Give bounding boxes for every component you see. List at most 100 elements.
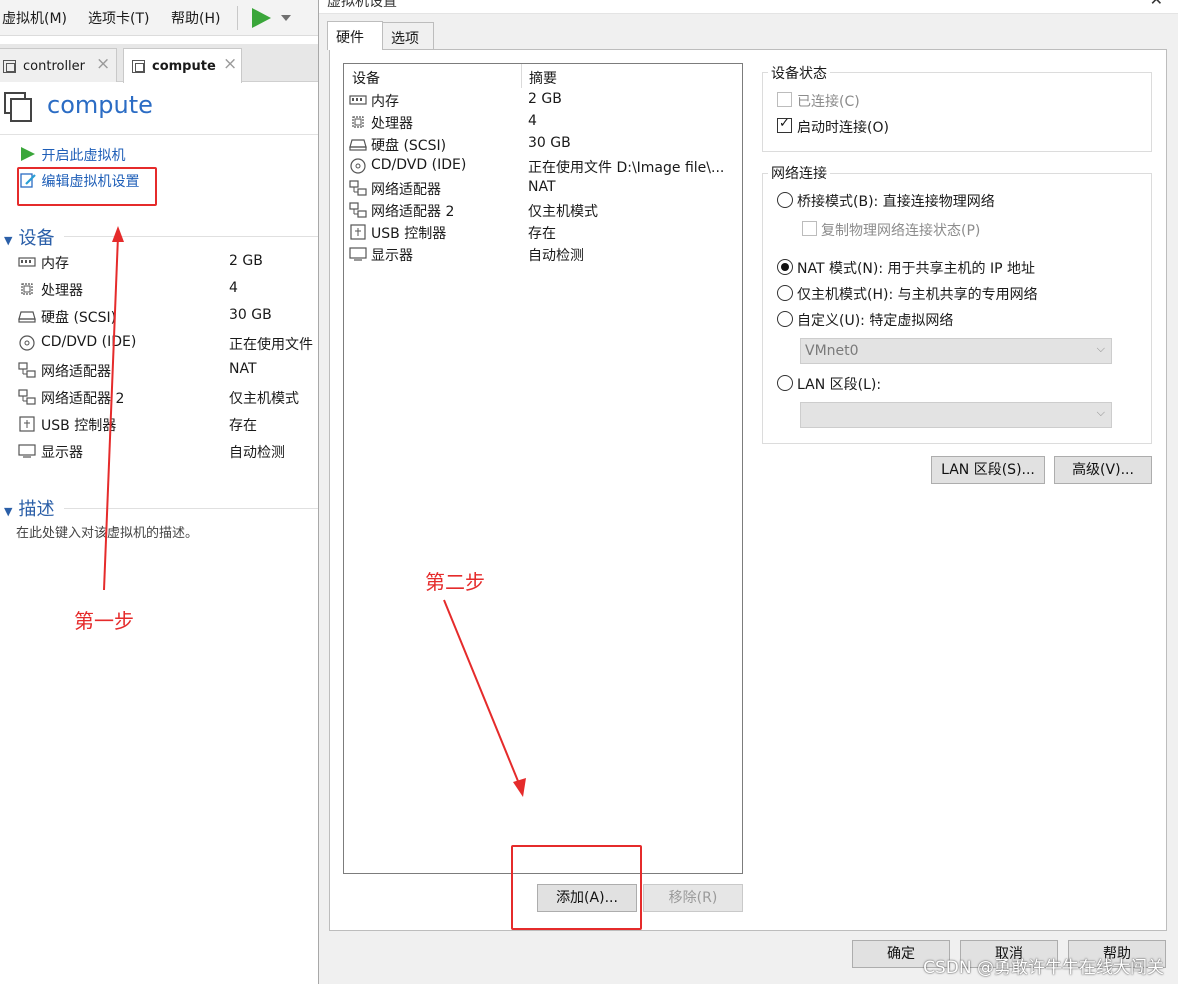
menu-tabs[interactable]: 选项卡(T) — [88, 8, 149, 28]
device-row-network-adapter[interactable]: 网络适配器 NAT — [18, 359, 318, 383]
column-header-summary[interactable]: 摘要 — [529, 68, 557, 88]
device-value: NAT — [229, 361, 257, 377]
device-name: 处理器 — [41, 283, 83, 299]
description-section-header[interactable]: ▼ 描述 — [4, 495, 54, 521]
device-row-network-adapter-2[interactable]: 网络适配器 2 仅主机模式 — [18, 386, 318, 410]
device-row-processor[interactable]: 处理器 4 — [18, 278, 318, 302]
connect-at-power-on-checkbox[interactable] — [777, 116, 792, 133]
dialog-title: 虚拟机设置 — [327, 0, 397, 10]
hardware-row-processor[interactable]: 处理器 4 — [344, 112, 742, 134]
device-status-title: 设备状态 — [768, 63, 830, 83]
device-row-display[interactable]: 显示器 自动检测 — [18, 440, 318, 464]
connect-at-power-on-label: 启动时连接(O) — [797, 120, 889, 136]
hard-disk-icon — [349, 139, 367, 151]
tab-options[interactable]: 选项 — [382, 22, 434, 49]
watermark: CSDN @勇敢许牛牛在线大闯关 — [923, 958, 1164, 978]
tab-hardware-label: 硬件 — [336, 30, 364, 46]
tab-controller[interactable]: controller × — [0, 48, 117, 82]
device-value: 存在 — [229, 418, 257, 434]
device-value: 4 — [229, 280, 238, 296]
column-divider[interactable] — [521, 64, 522, 88]
vm-title: compute — [47, 91, 153, 119]
hardware-row-network-adapter-2[interactable]: 网络适配器 2 仅主机模式 — [344, 200, 742, 222]
custom-network-value: VMnet0 — [805, 343, 859, 359]
device-row-memory[interactable]: 内存 2 GB — [18, 251, 318, 275]
processor-icon — [21, 283, 33, 295]
close-icon[interactable]: ✕ — [1150, 0, 1163, 9]
menu-bar: 虚拟机(M) 选项卡(T) 帮助(H) — [0, 0, 318, 36]
divider — [64, 508, 318, 509]
tab-controller-label: controller — [23, 59, 86, 74]
step2-label: 第二步 — [425, 570, 485, 594]
toolbar-separator — [237, 6, 238, 30]
device-value: 仅主机模式 — [229, 391, 299, 407]
network-adapter-icon — [18, 362, 36, 378]
hardware-row-hard-disk[interactable]: 硬盘 (SCSI) 30 GB — [344, 134, 742, 156]
device-row-cd-dvd[interactable]: CD/DVD (IDE) 正在使用文件 — [18, 332, 318, 356]
display-icon — [349, 247, 367, 261]
close-icon[interactable]: × — [223, 56, 237, 73]
tab-compute[interactable]: compute × — [123, 48, 242, 83]
vm-tab-icon — [3, 60, 16, 73]
hardware-summary: 4 — [528, 113, 537, 129]
advanced-button[interactable]: 高级(V)... — [1054, 456, 1152, 484]
close-icon[interactable]: × — [96, 56, 110, 73]
menu-help[interactable]: 帮助(H) — [171, 8, 220, 28]
divider — [64, 236, 318, 237]
lan-segments-button[interactable]: LAN 区段(S)... — [931, 456, 1045, 484]
network-connection-title: 网络连接 — [768, 163, 830, 183]
hardware-row-display[interactable]: 显示器 自动检测 — [344, 244, 742, 266]
hardware-row-usb[interactable]: USB 控制器 存在 — [344, 222, 742, 244]
hardware-name: 显示器 — [371, 248, 413, 264]
lan-segment-select[interactable]: ⌵ — [800, 402, 1112, 428]
hardware-summary: NAT — [528, 179, 556, 195]
custom-label: 自定义(U): 特定虚拟网络 — [797, 313, 954, 329]
remove-hardware-button[interactable]: 移除(R) — [643, 884, 743, 912]
connected-checkbox[interactable] — [777, 92, 792, 107]
host-only-label: 仅主机模式(H): 与主机共享的专用网络 — [797, 287, 1038, 303]
description-section-title: 描述 — [18, 499, 55, 520]
device-name: USB 控制器 — [41, 418, 117, 434]
usb-icon — [350, 224, 366, 240]
replicate-state-checkbox[interactable] — [802, 221, 817, 236]
hardware-summary: 仅主机模式 — [528, 204, 598, 220]
play-icon — [252, 8, 291, 28]
hardware-name: 网络适配器 — [371, 182, 441, 198]
step1-highlight-box — [17, 167, 157, 206]
power-on-vm-link[interactable]: 开启此虚拟机 — [20, 145, 125, 166]
lan-segment-label: LAN 区段(L): — [797, 377, 882, 393]
memory-icon — [18, 257, 36, 267]
vm-library-pane: 虚拟机(M) 选项卡(T) 帮助(H) controller × compute… — [0, 0, 318, 984]
description-placeholder[interactable]: 在此处键入对该虚拟机的描述。 — [16, 522, 198, 541]
hardware-row-memory[interactable]: 内存 2 GB — [344, 90, 742, 112]
vm-settings-dialog: 虚拟机设置 ✕ 硬件 选项 设备 摘要 内存 2 GB 处理器 4 硬盘 (SC… — [318, 0, 1178, 984]
column-header-device[interactable]: 设备 — [352, 68, 380, 88]
lan-segment-radio[interactable] — [777, 375, 793, 391]
hardware-name: 处理器 — [371, 116, 413, 132]
device-row-hard-disk[interactable]: 硬盘 (SCSI) 30 GB — [18, 305, 318, 329]
hardware-name: USB 控制器 — [371, 226, 447, 242]
custom-radio[interactable] — [777, 311, 793, 327]
hardware-row-cd-dvd[interactable]: CD/DVD (IDE) 正在使用文件 D:\Image file\... — [344, 156, 742, 178]
cd-dvd-icon — [350, 158, 366, 174]
nat-radio[interactable] — [777, 259, 793, 275]
device-value: 2 GB — [229, 253, 263, 269]
bridged-radio[interactable] — [777, 192, 793, 208]
hardware-row-network-adapter[interactable]: 网络适配器 NAT — [344, 178, 742, 200]
dialog-title-bar: 虚拟机设置 ✕ — [319, 0, 1178, 14]
menu-vm[interactable]: 虚拟机(M) — [2, 8, 67, 28]
hardware-summary: 30 GB — [528, 135, 571, 151]
network-adapter-icon — [349, 180, 367, 196]
power-on-dropdown-button[interactable] — [250, 6, 296, 30]
device-value: 自动检测 — [229, 445, 285, 461]
host-only-radio[interactable] — [777, 285, 793, 301]
device-name: 内存 — [41, 256, 69, 272]
hardware-list[interactable]: 设备 摘要 内存 2 GB 处理器 4 硬盘 (SCSI) 30 GB CD/D… — [343, 63, 743, 874]
custom-network-select[interactable]: VMnet0 ⌵ — [800, 338, 1112, 364]
hardware-name: 内存 — [371, 94, 399, 110]
tab-hardware[interactable]: 硬件 — [327, 21, 383, 50]
devices-section-header[interactable]: ▼ 设备 — [4, 224, 54, 250]
replicate-state-label: 复制物理网络连接状态(P) — [821, 223, 981, 239]
device-row-usb[interactable]: USB 控制器 存在 — [18, 413, 318, 437]
connected-label: 已连接(C) — [797, 94, 860, 110]
